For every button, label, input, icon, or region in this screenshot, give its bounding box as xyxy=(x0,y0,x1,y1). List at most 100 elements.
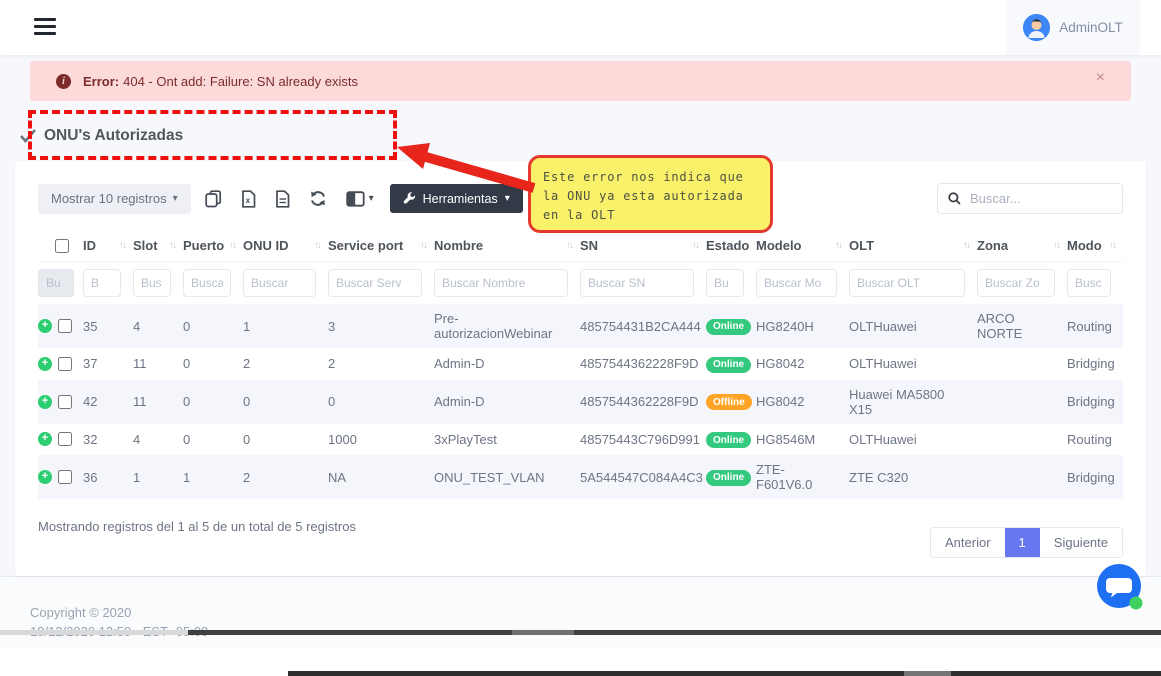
tools-dropdown-button[interactable]: Herramientas ▾ xyxy=(390,184,523,213)
filter-service-port[interactable] xyxy=(328,269,422,297)
column-header-slot[interactable]: Slot↑↓ xyxy=(133,230,183,262)
user-menu[interactable]: AdminOLT xyxy=(1006,0,1140,55)
filter-puerto[interactable] xyxy=(183,269,231,297)
copy-button[interactable] xyxy=(203,188,224,210)
column-header-estado[interactable]: Estado xyxy=(706,230,756,262)
svg-text:x: x xyxy=(245,196,250,205)
sort-icon: ↑↓ xyxy=(229,240,235,251)
refresh-button[interactable] xyxy=(307,188,329,209)
filter-id[interactable] xyxy=(83,269,121,297)
row-checkbox[interactable] xyxy=(58,357,72,371)
filter-olt[interactable] xyxy=(849,269,965,297)
document-icon xyxy=(275,190,290,208)
filter-sn[interactable] xyxy=(580,269,694,297)
sort-icon: ↑↓ xyxy=(692,240,698,251)
column-header-olt[interactable]: OLT↑↓ xyxy=(849,230,977,262)
status-badge: Offline xyxy=(706,394,752,410)
expand-row-button[interactable]: + xyxy=(38,319,52,333)
refresh-icon xyxy=(309,190,327,207)
filter-nombre[interactable] xyxy=(434,269,568,297)
export-file-button[interactable] xyxy=(273,188,292,210)
column-header-zona[interactable]: Zona↑↓ xyxy=(977,230,1067,262)
status-badge: Online xyxy=(706,470,751,486)
chevron-down-icon: ▾ xyxy=(369,193,374,204)
row-checkbox[interactable] xyxy=(58,432,72,446)
pagination-prev-button[interactable]: Anterior xyxy=(931,528,1005,557)
status-badge: Online xyxy=(706,319,751,335)
check-icon xyxy=(20,129,36,143)
page-footer: Copyright © 2020 18/12/2020 12:59 - EST … xyxy=(0,576,1161,648)
sort-icon: ↑↓ xyxy=(314,240,320,251)
annotation-callout: Este error nos indica que la ONU ya esta… xyxy=(528,155,773,233)
expand-row-button[interactable]: + xyxy=(38,470,52,484)
records-per-page-dropdown[interactable]: Mostrar 10 registros▾ xyxy=(38,184,191,214)
top-navbar: AdminOLT xyxy=(0,0,1161,55)
row-checkbox[interactable] xyxy=(58,395,72,409)
pagination-page-1-button[interactable]: 1 xyxy=(1005,528,1040,557)
filter-slot[interactable] xyxy=(133,269,171,297)
wrench-icon xyxy=(403,192,416,205)
app-screen: AdminOLT i Error:404 - Ont add: Failure:… xyxy=(0,0,1161,676)
chat-widget-button[interactable] xyxy=(1096,563,1143,610)
sort-icon: ↑↓ xyxy=(1109,240,1115,251)
info-icon: i xyxy=(56,74,71,89)
online-dot-icon xyxy=(1130,597,1143,610)
alert-close-icon[interactable]: × xyxy=(1096,70,1105,86)
menu-toggle-icon[interactable] xyxy=(34,18,56,39)
row-checkbox[interactable] xyxy=(58,319,72,333)
page-title: ONU's Autorizadas xyxy=(20,127,1161,145)
filter-select xyxy=(38,269,74,297)
onu-table: ID↑↓ Slot↑↓ Puerto↑↓ ONU ID↑↓ Service po… xyxy=(38,230,1123,499)
column-header-modelo[interactable]: Modelo↑↓ xyxy=(756,230,849,262)
excel-file-icon: x xyxy=(241,190,256,208)
table-row: + 37110 22Admin-D 4857544362228F9D Onlin… xyxy=(38,348,1123,380)
column-header-nombre[interactable]: Nombre↑↓ xyxy=(434,230,580,262)
table-row: + 3240 010003xPlayTest 48575443C796D991 … xyxy=(38,424,1123,456)
sort-icon: ↑↓ xyxy=(835,240,841,251)
pagination: Anterior 1 Siguiente xyxy=(930,527,1123,558)
sort-icon: ↑↓ xyxy=(566,240,572,251)
table-row: + 42110 00Admin-D 4857544362228F9D Offli… xyxy=(38,380,1123,424)
export-excel-button[interactable]: x xyxy=(239,188,258,210)
table-footer: Mostrando registros del 1 al 5 de un tot… xyxy=(38,499,1123,558)
sort-icon: ↑↓ xyxy=(119,240,125,251)
columns-icon xyxy=(346,191,365,207)
column-header-modo[interactable]: Modo↑↓ xyxy=(1067,230,1123,262)
search-input[interactable] xyxy=(970,191,1112,206)
select-all-checkbox[interactable] xyxy=(55,239,69,253)
sort-icon: ↑↓ xyxy=(169,240,175,251)
header-row: ID↑↓ Slot↑↓ Puerto↑↓ ONU ID↑↓ Service po… xyxy=(38,230,1123,262)
column-header-sn[interactable]: SN↑↓ xyxy=(580,230,706,262)
filter-modelo[interactable] xyxy=(756,269,837,297)
column-header-service-port[interactable]: Service port↑↓ xyxy=(328,230,434,262)
column-header-puerto[interactable]: Puerto↑↓ xyxy=(183,230,243,262)
chevron-down-icon: ▾ xyxy=(173,193,178,204)
expand-row-button[interactable]: + xyxy=(38,357,52,371)
global-search xyxy=(937,183,1123,214)
filter-zona[interactable] xyxy=(977,269,1055,297)
alert-message: Error:404 - Ont add: Failure: SN already… xyxy=(83,74,358,89)
expand-row-button[interactable]: + xyxy=(38,432,52,446)
chevron-down-icon: ▾ xyxy=(505,193,510,204)
filter-modo[interactable] xyxy=(1067,269,1111,297)
video-progress-bar xyxy=(0,630,1161,635)
records-summary: Mostrando registros del 1 al 5 de un tot… xyxy=(38,519,356,534)
search-icon xyxy=(948,191,961,206)
status-badge: Online xyxy=(706,432,751,448)
error-alert: i Error:404 - Ont add: Failure: SN alrea… xyxy=(30,61,1131,101)
sort-icon: ↑↓ xyxy=(963,240,969,251)
filter-onu-id[interactable] xyxy=(243,269,316,297)
row-checkbox[interactable] xyxy=(58,470,72,484)
sort-icon: ↑↓ xyxy=(1053,240,1059,251)
column-header-id[interactable]: ID↑↓ xyxy=(83,230,133,262)
table-row: + 3540 13Pre-autorizacionWebinar 4857544… xyxy=(38,304,1123,348)
expand-row-button[interactable]: + xyxy=(38,395,52,409)
column-header-onu-id[interactable]: ONU ID↑↓ xyxy=(243,230,328,262)
column-visibility-dropdown[interactable]: ▾ xyxy=(344,189,376,209)
pagination-next-button[interactable]: Siguiente xyxy=(1040,528,1122,557)
video-progress-bar xyxy=(0,671,1161,676)
copy-icon xyxy=(205,190,222,208)
copyright-text: Copyright © 2020 xyxy=(30,603,1161,622)
filter-row xyxy=(38,262,1123,305)
filter-estado[interactable] xyxy=(706,269,744,297)
